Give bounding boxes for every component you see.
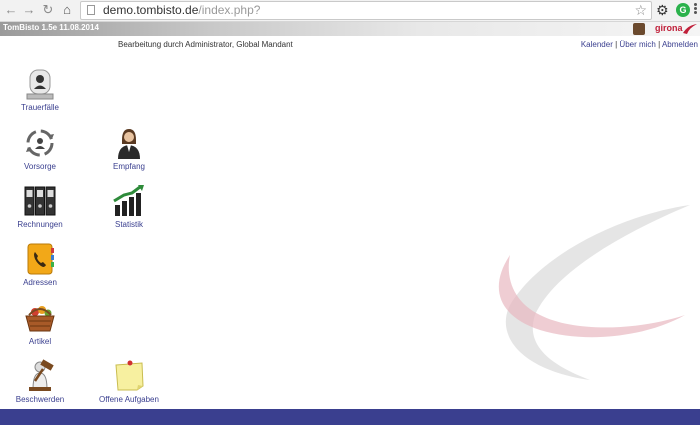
brand-name: girona xyxy=(655,23,683,33)
browser-toolbar: ← → ↻ ⌂ demo.tombisto.de/index.php? ☆ ⚙ … xyxy=(0,0,700,22)
tile-label: Offene Aufgaben xyxy=(99,395,159,404)
back-arrow-icon[interactable]: ← xyxy=(3,2,19,18)
tile-vorsorge[interactable]: Vorsorge xyxy=(5,126,75,171)
url-text[interactable]: demo.tombisto.de/index.php? xyxy=(103,3,260,17)
sticky-note-icon xyxy=(115,360,144,391)
girona-watermark xyxy=(498,205,690,380)
tile-label: Vorsorge xyxy=(23,162,57,171)
page-icon xyxy=(87,5,95,15)
gavel-icon xyxy=(29,359,54,391)
extension-icon[interactable]: G xyxy=(676,3,690,17)
kalender-link[interactable]: Kalender xyxy=(581,40,613,49)
tile-label: Rechnungen xyxy=(17,220,63,229)
address-bar[interactable]: demo.tombisto.de/index.php? ☆ xyxy=(80,1,652,20)
top-links: Kalender | Über mich | Abmelden xyxy=(581,40,698,49)
tile-offene-aufgaben[interactable]: Offene Aufgaben xyxy=(94,359,164,404)
abmelden-link[interactable]: Abmelden xyxy=(662,40,698,49)
basket-icon xyxy=(25,306,55,332)
tile-label: Empfang xyxy=(112,162,146,171)
bar-chart-icon xyxy=(113,185,144,216)
app-header: TomBisto 1.5e 11.08.2014 girona xyxy=(0,22,700,36)
tile-label: Statistik xyxy=(114,220,143,229)
tile-rechnungen[interactable]: Rechnungen xyxy=(5,184,75,229)
bookmark-star-icon[interactable]: ☆ xyxy=(634,2,647,19)
receptionist-icon xyxy=(118,129,140,159)
gear-icon[interactable]: ⚙ xyxy=(656,2,669,19)
tile-label: Artikel xyxy=(28,337,52,346)
app-logo-icon xyxy=(633,23,645,35)
address-book-icon xyxy=(27,243,54,275)
tile-adressen[interactable]: Adressen xyxy=(5,242,75,287)
tile-label: Beschwerden xyxy=(15,395,65,404)
tile-label: Adressen xyxy=(23,278,57,287)
forward-arrow-icon[interactable]: → xyxy=(21,2,37,18)
home-icon[interactable]: ⌂ xyxy=(59,2,75,18)
url-host: demo.tombisto.de xyxy=(103,3,199,17)
browser-menu-icon[interactable] xyxy=(694,2,698,16)
tile-artikel[interactable]: Artikel xyxy=(5,301,75,346)
vorsorge-icon xyxy=(26,129,54,157)
tile-beschwerden[interactable]: Beschwerden xyxy=(5,359,75,404)
session-info: Bearbeitung durch Administrator, Global … xyxy=(118,40,293,49)
tile-empfang[interactable]: Empfang xyxy=(94,126,164,171)
app-version: TomBisto 1.5e 11.08.2014 xyxy=(3,23,99,32)
binders-icon xyxy=(24,186,56,216)
brand-swoosh-icon xyxy=(683,24,697,34)
separator: | xyxy=(658,40,661,49)
url-path: /index.php? xyxy=(198,3,261,17)
tile-label: Trauerfälle xyxy=(21,103,59,112)
memorial-icon xyxy=(26,69,54,100)
separator: | xyxy=(615,40,618,49)
ueber-mich-link[interactable]: Über mich xyxy=(619,40,655,49)
footer-bar xyxy=(0,409,700,425)
tile-statistik[interactable]: Statistik xyxy=(94,184,164,229)
tile-trauerfaelle[interactable]: Trauerfälle xyxy=(5,67,75,112)
reload-icon[interactable]: ↻ xyxy=(40,2,56,18)
